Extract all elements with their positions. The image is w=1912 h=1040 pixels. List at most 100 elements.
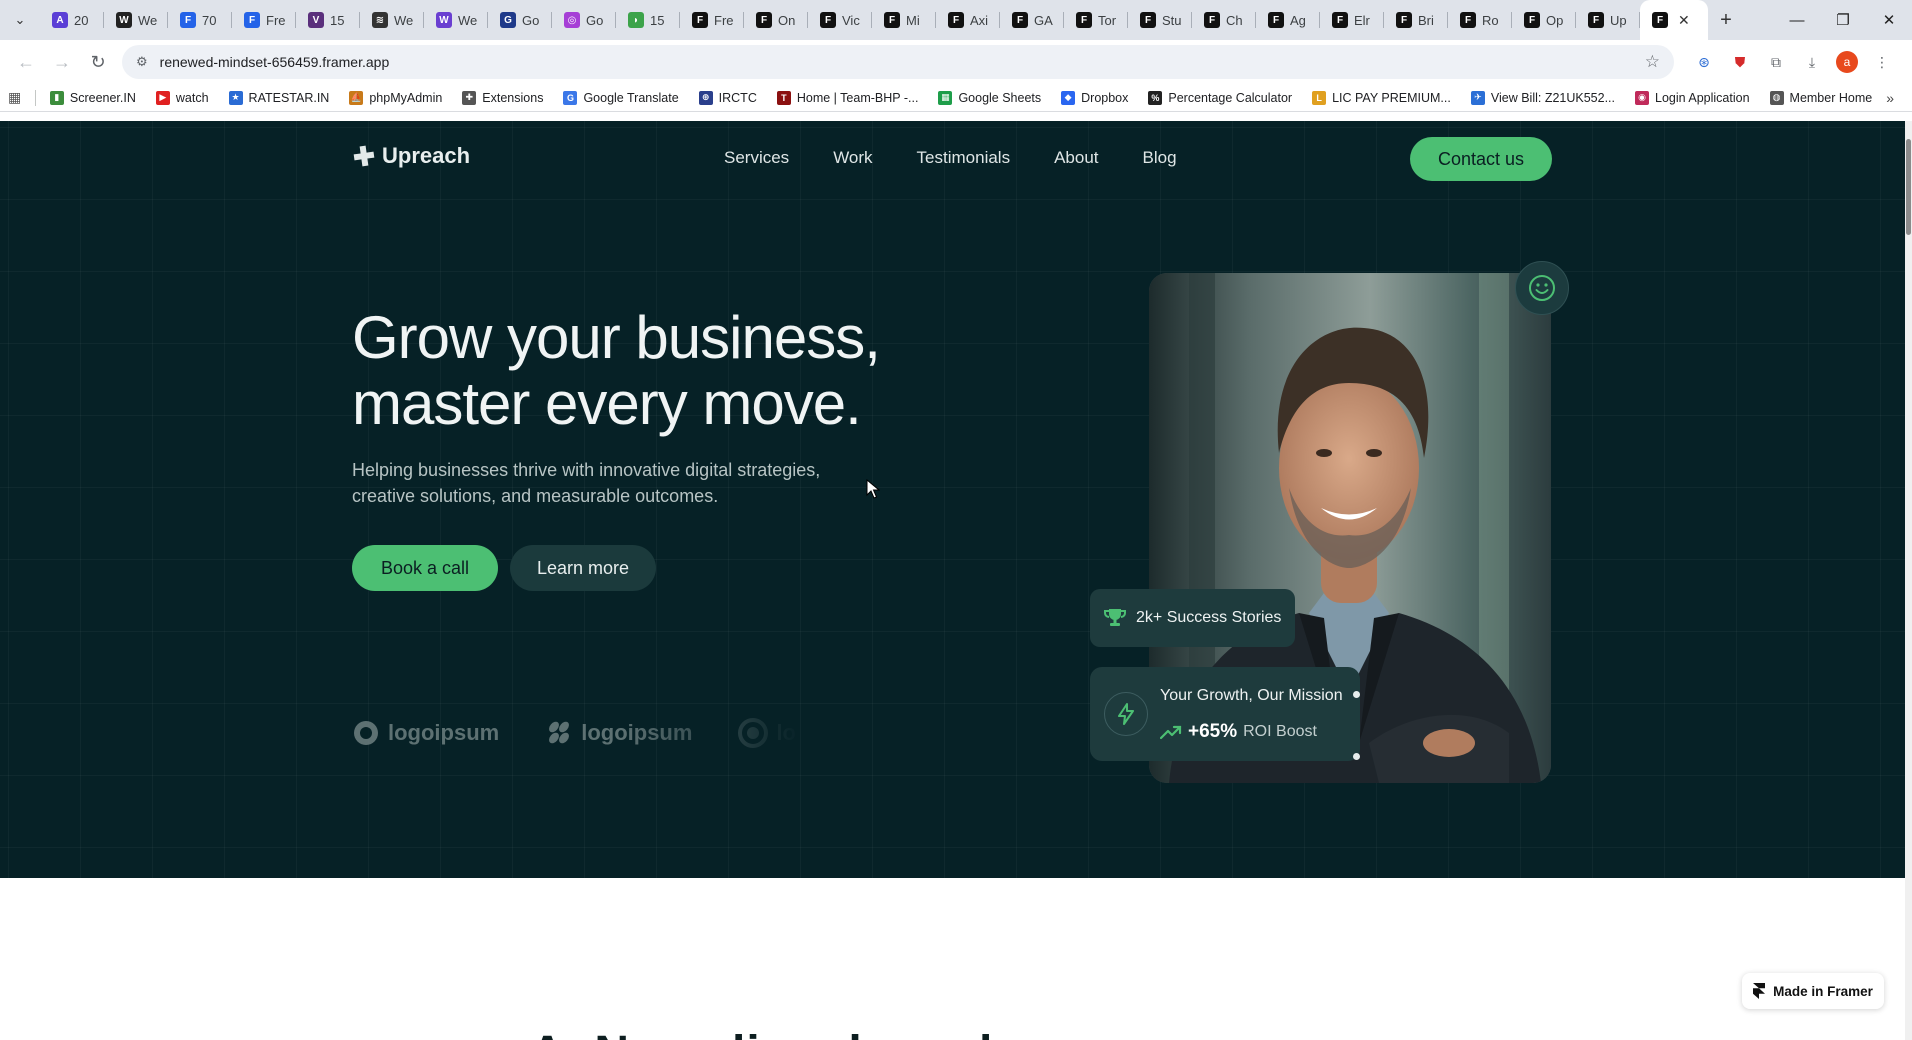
- reload-button[interactable]: ↻: [80, 44, 116, 80]
- bookmark-item[interactable]: ▮ Screener.IN: [44, 90, 142, 105]
- made-in-framer-badge[interactable]: Made in Framer: [1742, 973, 1884, 1009]
- browser-tab[interactable]: F Ag: [1256, 0, 1320, 40]
- browser-tab[interactable]: F 70: [168, 0, 232, 40]
- bookmark-item[interactable]: T Home | Team-BHP -...: [771, 90, 925, 105]
- close-tab-icon[interactable]: ✕: [1678, 12, 1690, 29]
- bookmark-item[interactable]: % Percentage Calculator: [1142, 90, 1298, 105]
- url-text[interactable]: renewed-mindset-656459.framer.app: [160, 54, 1645, 70]
- nav-about[interactable]: About: [1054, 148, 1098, 168]
- shield-extension-icon[interactable]: ⛊: [1728, 50, 1752, 74]
- bookmark-favicon-icon: ✚: [462, 90, 477, 105]
- address-bar[interactable]: ⚙ renewed-mindset-656459.framer.app ☆: [122, 45, 1674, 79]
- more-bookmarks-icon[interactable]: »: [1886, 90, 1904, 106]
- bookmark-favicon-icon: ⛵: [349, 90, 364, 105]
- browser-tab[interactable]: F Axi: [936, 0, 1000, 40]
- tab-title: 70: [202, 12, 217, 28]
- browser-tab[interactable]: F Ch: [1192, 0, 1256, 40]
- smiley-face-icon: [1529, 275, 1555, 301]
- brand-plus-icon: [353, 145, 375, 167]
- brand-name: Upreach: [382, 143, 471, 168]
- browser-tab[interactable]: F Mi: [872, 0, 936, 40]
- browser-tab[interactable]: V 15: [296, 0, 360, 40]
- restore-icon[interactable]: ❐: [1820, 0, 1866, 40]
- nav-blog[interactable]: Blog: [1143, 148, 1177, 168]
- tab-title: Axi: [970, 12, 989, 28]
- bookmark-item[interactable]: ◆ Dropbox: [1055, 90, 1134, 105]
- page-scrollbar[interactable]: [1905, 121, 1912, 1040]
- bookmark-label: RATESTAR.IN: [248, 90, 330, 105]
- browser-tab[interactable]: W We: [104, 0, 168, 40]
- nav-work[interactable]: Work: [833, 148, 872, 168]
- partner-logo-text: logoipsum: [388, 720, 500, 745]
- browser-tab[interactable]: W We: [424, 0, 488, 40]
- site-settings-icon[interactable]: ⚙: [136, 54, 148, 70]
- back-button[interactable]: ←: [8, 44, 44, 80]
- next-section-heading-peek: A. N. ... di ... d ... . d ...: [530, 1018, 1370, 1040]
- forward-button[interactable]: →: [44, 44, 80, 80]
- nav-testimonials[interactable]: Testimonials: [917, 148, 1011, 168]
- bookmark-item[interactable]: ⊕ IRCTC: [693, 90, 763, 105]
- browser-tab[interactable]: G Go: [488, 0, 552, 40]
- nav-services[interactable]: Services: [724, 148, 789, 168]
- bookmark-star-icon[interactable]: ☆: [1645, 52, 1660, 72]
- hero-section: Upreach Services Work Testimonials About…: [0, 121, 1905, 878]
- puzzle-extensions-icon[interactable]: ⧉: [1764, 50, 1788, 74]
- bookmark-item[interactable]: ✚ Extensions: [456, 90, 549, 105]
- browser-tab[interactable]: F Ro: [1448, 0, 1512, 40]
- bookmark-item[interactable]: ★ RATESTAR.IN: [223, 90, 336, 105]
- extension-icon[interactable]: ⊛: [1692, 50, 1716, 74]
- bookmark-item[interactable]: G Google Translate: [557, 90, 684, 105]
- learn-more-button[interactable]: Learn more: [510, 545, 656, 591]
- tab-favicon-icon: W: [116, 12, 132, 28]
- bookmark-item[interactable]: ▶ watch: [150, 90, 215, 105]
- tab-title: Vic: [842, 12, 860, 28]
- browser-tab[interactable]: ◎ Go: [552, 0, 616, 40]
- browser-tab[interactable]: A 20: [40, 0, 104, 40]
- browser-tab[interactable]: F Tor: [1064, 0, 1128, 40]
- browser-tab[interactable]: ≋ We: [360, 0, 424, 40]
- browser-tab[interactable]: F On: [744, 0, 808, 40]
- bookmark-item[interactable]: L LIC PAY PREMIUM...: [1306, 90, 1457, 105]
- tab-active[interactable]: F ✕: [1640, 0, 1708, 40]
- tab-favicon-icon: W: [436, 12, 452, 28]
- bookmark-favicon-icon: ▦: [938, 90, 953, 105]
- bookmark-item[interactable]: ▦ Google Sheets: [932, 90, 1047, 105]
- tab-favicon-icon: F: [1076, 12, 1092, 28]
- tab-favicon-icon: F: [180, 12, 196, 28]
- new-tab-button[interactable]: +: [1708, 9, 1744, 32]
- download-icon[interactable]: ⤓: [1800, 50, 1824, 74]
- browser-tab[interactable]: ◗ 15: [616, 0, 680, 40]
- minimize-icon[interactable]: —: [1774, 0, 1820, 40]
- framer-logo-icon: [1753, 983, 1766, 999]
- profile-avatar[interactable]: a: [1836, 51, 1858, 73]
- close-window-icon[interactable]: ✕: [1866, 0, 1912, 40]
- scrollbar-thumb[interactable]: [1906, 139, 1911, 235]
- tab-title: Op: [1546, 12, 1564, 28]
- browser-tab[interactable]: F Up: [1576, 0, 1640, 40]
- contact-us-button[interactable]: Contact us: [1410, 137, 1552, 181]
- bookmark-item[interactable]: ◉ Login Application: [1629, 90, 1756, 105]
- browser-tab[interactable]: F Bri: [1384, 0, 1448, 40]
- bookmark-item[interactable]: ◍ Member Home: [1764, 90, 1879, 105]
- apps-grid-icon[interactable]: ▦: [8, 89, 29, 106]
- tab-favicon-icon: F: [1012, 12, 1028, 28]
- browser-tab[interactable]: F Fre: [680, 0, 744, 40]
- brand-logo[interactable]: Upreach: [352, 143, 470, 169]
- browser-tab[interactable]: F GA: [1000, 0, 1064, 40]
- tab-title: Go: [522, 12, 540, 28]
- book-a-call-button[interactable]: Book a call: [352, 545, 498, 591]
- tab-favicon-icon: F: [884, 12, 900, 28]
- bookmark-item[interactable]: ✈ View Bill: Z21UK552...: [1465, 90, 1621, 105]
- bookmark-item[interactable]: ⛵ phpMyAdmin: [343, 90, 448, 105]
- roi-card: Your Growth, Our Mission +65% ROI Boost: [1090, 667, 1360, 761]
- browser-tab[interactable]: F Stu: [1128, 0, 1192, 40]
- browser-menu-icon[interactable]: ⋮: [1870, 50, 1894, 74]
- browser-tab[interactable]: F Vic: [808, 0, 872, 40]
- browser-tab[interactable]: F Elr: [1320, 0, 1384, 40]
- browser-tab[interactable]: F Op: [1512, 0, 1576, 40]
- browser-tab[interactable]: F Fre: [232, 0, 296, 40]
- tab-search-chevron-icon[interactable]: ⌄: [0, 0, 40, 40]
- ring-logo-icon: [738, 718, 769, 748]
- hero-subline: Helping businesses thrive with innovativ…: [352, 460, 821, 506]
- partner-logos: logoipsum logoipsum lo: [352, 713, 802, 753]
